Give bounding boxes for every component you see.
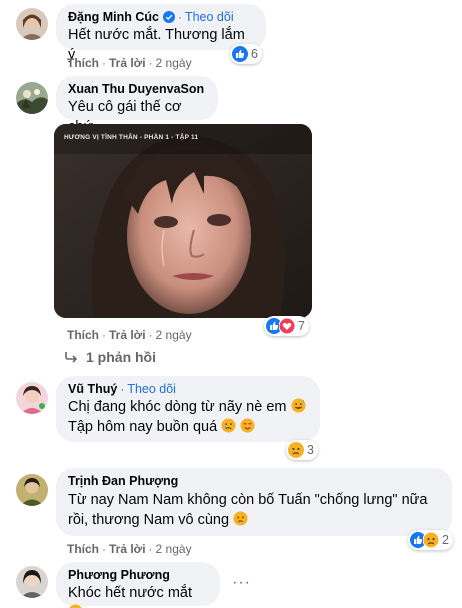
love-reaction-icon (279, 318, 295, 334)
like-link[interactable]: Thích (67, 328, 99, 342)
heart-face-emoji-icon (240, 418, 255, 433)
comment-bubble: Phương Phương Khóc hết nước mắt (56, 562, 220, 608)
reaction-count[interactable]: 6 (230, 44, 262, 64)
author-name[interactable]: Phương Phương (68, 568, 170, 582)
avatar[interactable] (16, 566, 48, 598)
sweat-smile-emoji-icon (290, 398, 306, 413)
author-name[interactable]: Trịnh Đan Phượng (68, 474, 178, 488)
author-name[interactable]: Xuan Thu DuyenvaSon (68, 82, 204, 96)
crying-woman-image (54, 124, 312, 318)
author-name[interactable]: Đặng Minh Cúc (68, 10, 159, 24)
comment-bubble: Xuan Thu DuyenvaSon Yêu cô gái thế cơ ch… (56, 76, 218, 135)
comment-text-line2: Tập hôm nay buồn quá (68, 419, 218, 435)
sad-reaction-icon (423, 532, 439, 548)
reaction-count-value: 3 (307, 443, 314, 457)
comment-actions: Thích · Trả lời · 2 ngày (67, 328, 192, 342)
sad-reaction-icon (288, 442, 304, 458)
like-link[interactable]: Thích (67, 542, 99, 556)
follow-link[interactable]: Theo dõi (127, 382, 176, 396)
reaction-count[interactable]: 2 (408, 530, 453, 550)
author-name[interactable]: Vũ Thuý (68, 382, 117, 396)
reaction-count-value: 2 (442, 533, 449, 547)
avatar[interactable] (16, 382, 48, 414)
avatar[interactable] (16, 8, 48, 40)
avatar[interactable] (16, 82, 48, 114)
timestamp[interactable]: 2 ngày (156, 56, 192, 70)
like-link[interactable]: Thích (67, 56, 99, 70)
screaming-emoji-icon (69, 604, 82, 608)
reply-link[interactable]: Trả lời (109, 56, 146, 70)
reaction-count-value: 6 (251, 47, 258, 61)
avatar[interactable] (16, 474, 48, 506)
comment-actions: Thích · Trả lời · 2 ngày (67, 542, 192, 556)
view-replies-link[interactable]: 1 phản hồi (64, 349, 156, 365)
like-reaction-icon (232, 46, 248, 62)
crying-emoji-icon (221, 418, 236, 433)
comment-bubble: Trịnh Đan Phượng Từ nay Nam Nam không cò… (56, 468, 452, 536)
reaction-count[interactable]: 3 (286, 440, 318, 460)
more-options-icon[interactable]: ··· (232, 574, 251, 592)
reply-link[interactable]: Trả lời (109, 328, 146, 342)
video-caption: HƯƠNG VỊ TÌNH THÂN - PHẦN 1 - TẬP 11 (64, 134, 199, 141)
comment-text-line1: Chị đang khóc dòng từ nãy nè em (68, 399, 287, 415)
comment-text-line1: Từ nay Nam Nam không còn bố Tuấn "chống … (68, 492, 428, 508)
reply-link[interactable]: Trả lời (109, 542, 146, 556)
follow-link[interactable]: Theo dõi (185, 10, 234, 24)
timestamp[interactable]: 2 ngày (156, 542, 192, 556)
comment-text-line2: rồi, thương Nam vô cùng (68, 512, 230, 528)
sad-tear-emoji-icon (233, 511, 248, 526)
comment-bubble: Đặng Minh Cúc · Theo dõi Hết nước mắt. T… (56, 4, 266, 63)
reaction-count[interactable]: 7 (264, 316, 309, 336)
comment-image[interactable]: HƯƠNG VỊ TÌNH THÂN - PHẦN 1 - TẬP 11 (54, 124, 312, 318)
comment-text: Khóc hết nước mắt (68, 585, 192, 601)
timestamp[interactable]: 2 ngày (156, 328, 192, 342)
comment-bubble: Vũ Thuý · Theo dõi Chị đang khóc dòng từ… (56, 376, 320, 442)
replies-count: 1 phản hồi (86, 349, 156, 365)
reaction-count-value: 7 (298, 319, 305, 333)
comment-actions: Thích · Trả lời · 2 ngày (67, 56, 192, 70)
reply-arrow-icon (65, 352, 78, 363)
verified-icon (162, 11, 175, 23)
